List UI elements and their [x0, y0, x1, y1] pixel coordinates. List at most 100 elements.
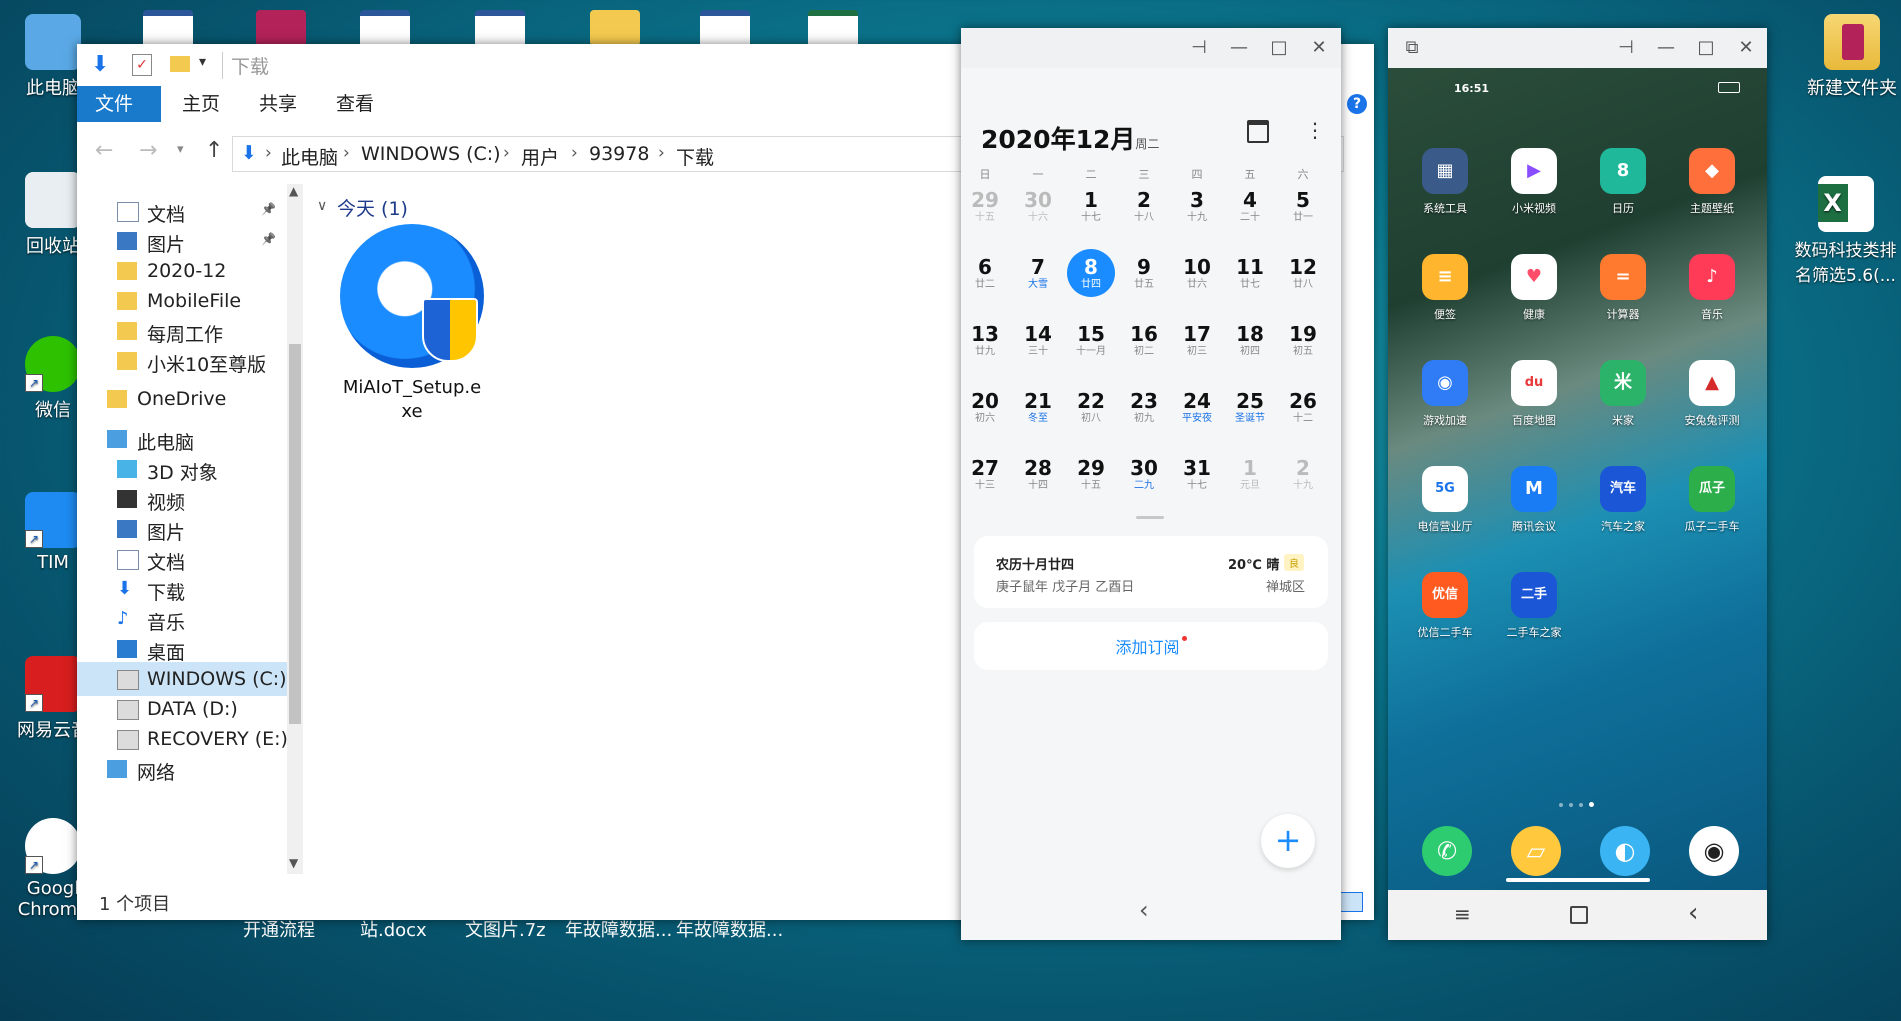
phone-app[interactable]: 瓜子 瓜子二手车 — [1667, 466, 1757, 534]
nav-item[interactable]: 图片 📌 — [77, 224, 287, 258]
nav-item[interactable]: MobileFile — [77, 284, 287, 318]
phone-app[interactable]: ▶ 小米视频 — [1489, 148, 1579, 216]
phone-app[interactable]: 米米家 — [1578, 360, 1668, 428]
calendar-day[interactable]: 7 大雪 — [1016, 255, 1060, 291]
menu-icon[interactable]: ≡ — [1454, 902, 1471, 926]
calendar-day[interactable]: 16 初二 — [1122, 322, 1166, 358]
phone-app[interactable]: ◉ 游戏加速 — [1400, 360, 1490, 428]
calendar-grid-icon[interactable] — [1247, 120, 1269, 143]
calendar-day-today[interactable]: 8 廿四 — [1067, 249, 1115, 297]
nav-item[interactable]: OneDrive — [77, 382, 287, 416]
scroll-up-icon[interactable]: ▲ — [289, 184, 298, 198]
nav-item[interactable]: 此电脑 — [77, 422, 287, 456]
help-icon[interactable]: ? — [1347, 94, 1367, 114]
breadcrumb-item[interactable]: 用户 — [521, 143, 559, 170]
calendar-day[interactable]: 21 冬至 — [1016, 389, 1060, 425]
calendar-day[interactable]: 28 十四 — [1016, 456, 1060, 492]
phone-app[interactable]: ♪ 音乐 — [1667, 254, 1757, 322]
calendar-day[interactable]: 11 廿七 — [1228, 255, 1272, 291]
calendar-day[interactable]: 6 廿二 — [963, 255, 1007, 291]
nav-item[interactable]: DATA (D:) — [77, 692, 287, 726]
calendar-day[interactable]: 30 十六 — [1016, 188, 1060, 224]
back-arrow-icon[interactable]: ← — [95, 138, 113, 163]
phone-app[interactable]: 优信 优信二手车 — [1400, 572, 1490, 640]
archive-file-icon[interactable] — [256, 10, 306, 46]
home-gesture-bar[interactable] — [1506, 878, 1650, 882]
phone-app[interactable]: M 腾讯会议 — [1489, 466, 1579, 534]
properties-icon[interactable]: ✓ — [132, 54, 152, 76]
calendar-day[interactable]: 27 十三 — [963, 456, 1007, 492]
phone-app[interactable]: ◆ 主题壁纸 — [1667, 148, 1757, 216]
scroll-down-icon[interactable]: ▼ — [289, 856, 298, 870]
details-view-icon[interactable] — [1339, 892, 1363, 912]
calendar-day[interactable]: 5 廿一 — [1281, 188, 1325, 224]
calendar-day[interactable]: 29 十五 — [1069, 456, 1113, 492]
tab-view[interactable]: 查看 — [318, 86, 392, 122]
phone-home-screen[interactable]: 16:51 ▦ 系统工具 ▶ 小米视频 8 日历 ◆ 主题壁纸 ≡ 便签 ♥ 健康 = 计算器 ♪ 音乐 ◉ 游戏… — [1388, 68, 1767, 890]
calendar-day[interactable]: 19 初五 — [1281, 322, 1325, 358]
calendar-day[interactable]: 2 十九 — [1281, 456, 1325, 492]
calendar-day[interactable]: 3 十九 — [1175, 188, 1219, 224]
phone-app[interactable]: 8 日历 — [1578, 148, 1668, 216]
lunar-weather-card[interactable]: 农历十月廿四 庚子鼠年 戊子月 乙酉日 20℃ 晴 良 禅城区 — [974, 536, 1328, 608]
chevron-down-icon[interactable]: ▾ — [199, 54, 206, 70]
desktop-item-new-folder[interactable]: 新建文件夹 — [1802, 14, 1901, 100]
download-arrow-icon[interactable]: ⬇ — [91, 52, 109, 77]
tab-file[interactable]: 文件 — [77, 86, 161, 122]
nav-item[interactable]: 文档 — [77, 542, 287, 576]
phone-app[interactable]: ▲ 安兔兔评测 — [1667, 360, 1757, 428]
nav-item[interactable]: 桌面 — [77, 632, 287, 666]
phone-app[interactable]: ♥ 健康 — [1489, 254, 1579, 322]
calendar-day[interactable]: 15 十一月 — [1069, 322, 1113, 358]
group-header[interactable]: 今天 (1) — [337, 194, 408, 221]
folder-icon[interactable] — [590, 10, 640, 46]
calendar-day[interactable]: 23 初九 — [1122, 389, 1166, 425]
messages-icon[interactable]: ▱ — [1511, 826, 1561, 876]
calendar-day[interactable]: 2 十八 — [1122, 188, 1166, 224]
phone-app[interactable]: ≡ 便签 — [1400, 254, 1490, 322]
more-options-icon[interactable]: ⋮ — [1305, 118, 1325, 142]
calendar-day[interactable]: 24 平安夜 — [1175, 389, 1219, 425]
phone-app[interactable]: 汽车 汽车之家 — [1578, 466, 1668, 534]
calendar-day[interactable]: 26 十二 — [1281, 389, 1325, 425]
add-subscription-button[interactable]: 添加订阅 — [974, 622, 1328, 670]
recent-chevron-icon[interactable]: ▾ — [177, 142, 184, 157]
calendar-day[interactable]: 10 廿六 — [1175, 255, 1219, 291]
phone-app[interactable]: du 百度地图 — [1489, 360, 1579, 428]
phone-app[interactable]: 5G 电信营业厅 — [1400, 466, 1490, 534]
desktop-item-excel[interactable]: X 数码科技类排名筛选5.6(... — [1790, 176, 1901, 286]
close-icon[interactable]: ✕ — [1307, 36, 1331, 60]
minimize-icon[interactable]: — — [1654, 36, 1678, 60]
calendar-day[interactable]: 29 十五 — [963, 188, 1007, 224]
nav-item[interactable]: 每周工作 — [77, 314, 287, 348]
maximize-icon[interactable]: □ — [1694, 36, 1718, 60]
up-arrow-icon[interactable]: ↑ — [205, 138, 223, 163]
tab-home[interactable]: 主页 — [164, 86, 238, 122]
phone-call-icon[interactable]: ✆ — [1422, 826, 1472, 876]
nav-item[interactable]: 视频 — [77, 482, 287, 516]
camera-icon[interactable]: ◉ — [1689, 826, 1739, 876]
nav-item[interactable]: 2020-12 — [77, 254, 287, 288]
new-folder-icon[interactable] — [170, 56, 190, 72]
calendar-day[interactable]: 1 十七 — [1069, 188, 1113, 224]
forward-arrow-icon[interactable]: → — [139, 138, 157, 163]
nav-item[interactable]: ♪ 音乐 — [77, 602, 287, 636]
breadcrumb-item[interactable]: 93978 — [589, 143, 649, 165]
collapse-handle[interactable] — [1136, 516, 1164, 519]
calendar-day[interactable]: 12 廿八 — [1281, 255, 1325, 291]
nav-item[interactable]: RECOVERY (E:) — [77, 722, 288, 756]
calendar-day[interactable]: 14 三十 — [1016, 322, 1060, 358]
nav-item[interactable]: 图片 — [77, 512, 287, 546]
minimize-icon[interactable]: — — [1227, 36, 1251, 60]
phone-app[interactable]: = 计算器 — [1578, 254, 1668, 322]
scroll-thumb[interactable] — [289, 344, 301, 724]
calendar-day[interactable]: 22 初八 — [1069, 389, 1113, 425]
back-nav-icon[interactable]: ‹ — [1139, 896, 1149, 924]
calendar-day[interactable]: 31 十七 — [1175, 456, 1219, 492]
home-icon[interactable] — [1570, 906, 1588, 924]
file-item[interactable]: MiAIoT_Setup.exe — [337, 224, 487, 424]
nav-scrollbar[interactable]: ▲ ▼ — [287, 184, 303, 874]
calendar-day[interactable]: 4 二十 — [1228, 188, 1272, 224]
nav-item[interactable]: WINDOWS (C:) — [77, 662, 287, 696]
month-title[interactable]: 2020年12月周二 — [981, 120, 1159, 156]
